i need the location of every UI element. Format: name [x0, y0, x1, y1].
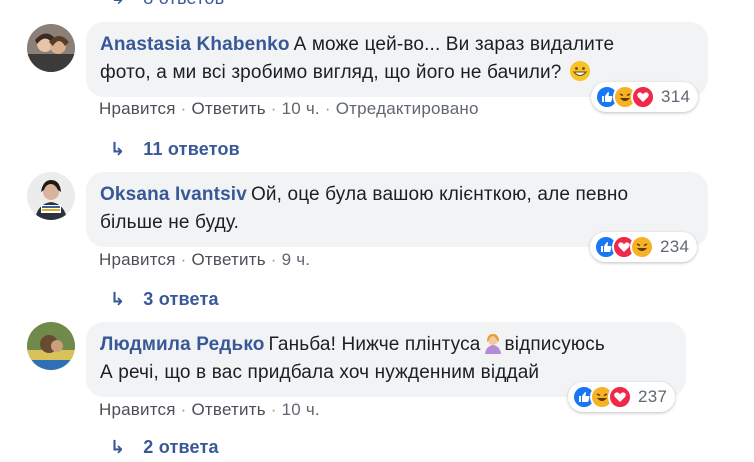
- grinning-face-emoji-icon: [569, 60, 591, 82]
- comment-text-cont: А речі, що в вас придбала хоч нужденним …: [100, 362, 540, 383]
- avatar[interactable]: [27, 24, 75, 72]
- reaction-count: 234: [660, 237, 690, 256]
- like-link[interactable]: Нравится: [99, 400, 176, 419]
- avatar[interactable]: [27, 322, 75, 370]
- love-reaction-icon: [608, 385, 632, 409]
- timestamp[interactable]: 9 ч.: [282, 250, 311, 269]
- avatar[interactable]: [27, 172, 75, 220]
- haha-reaction-icon: [630, 235, 654, 259]
- timestamp[interactable]: 10 ч.: [282, 400, 320, 419]
- comment-actions: Нравится · Ответить · 10 ч.: [99, 400, 320, 419]
- love-reaction-icon: [631, 85, 655, 109]
- comment-text: Ганьба! Нижче плінтуса: [268, 334, 481, 355]
- comment-author[interactable]: Anastasia Khabenko: [100, 34, 290, 55]
- comment-text: Ой, оце була вашою клієнткою, але певно: [250, 184, 629, 205]
- reply-link[interactable]: Ответить: [192, 99, 266, 118]
- edited-label[interactable]: Отредактировано: [336, 99, 479, 118]
- reply-arrow-icon: ↳: [110, 289, 126, 309]
- reactions-summary[interactable]: 234: [590, 232, 698, 262]
- comment-author[interactable]: Oksana Ivantsiv: [100, 184, 247, 205]
- woman-facepalming-emoji-icon: [482, 332, 504, 354]
- reply-arrow-icon: ↳: [110, 0, 125, 8]
- reply-arrow-icon: ↳: [110, 139, 126, 159]
- reactions-summary[interactable]: 314: [591, 82, 699, 112]
- comment-text-cont: фото, а ми всі зробимо вигляд, що його н…: [100, 62, 562, 83]
- view-replies-link[interactable]: ↳ 3 ответа: [110, 289, 219, 310]
- reply-link[interactable]: Ответить: [192, 400, 266, 419]
- comment-text: А може цей-во... Ви зараз видалите: [293, 34, 615, 55]
- comment-actions: Нравится · Ответить · 10 ч. · Отредактировано: [99, 99, 479, 118]
- replies-link-partial[interactable]: ↳8 ответов: [110, 0, 224, 9]
- view-replies-link[interactable]: ↳ 2 ответа: [110, 437, 219, 458]
- reply-arrow-icon: ↳: [110, 437, 126, 457]
- timestamp[interactable]: 10 ч.: [282, 99, 320, 118]
- view-replies-link[interactable]: ↳ 11 ответов: [110, 139, 240, 160]
- like-link[interactable]: Нравится: [99, 250, 176, 269]
- comment-text-cont: відписуюсь: [504, 334, 605, 355]
- reply-link[interactable]: Ответить: [192, 250, 266, 269]
- reaction-count: 237: [638, 387, 668, 406]
- like-link[interactable]: Нравится: [99, 99, 176, 118]
- comment-author[interactable]: Людмила Редько: [100, 334, 265, 355]
- reactions-summary[interactable]: 237: [568, 382, 676, 412]
- comment-text-cont: більше не буду.: [100, 212, 240, 233]
- reaction-count: 314: [661, 87, 691, 106]
- comment-actions: Нравится · Ответить · 9 ч.: [99, 250, 311, 269]
